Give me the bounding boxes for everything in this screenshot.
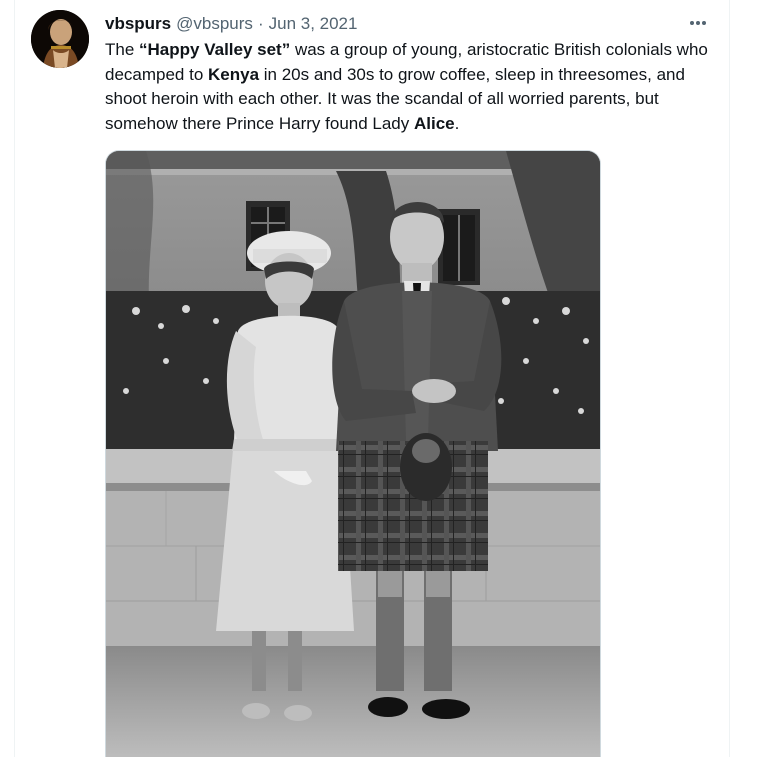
tweet-text-bold-happy-valley: “Happy Valley set” bbox=[139, 40, 291, 59]
tweet-photo[interactable] bbox=[105, 150, 601, 757]
separator-dot: · bbox=[257, 14, 264, 33]
display-name[interactable]: vbspurs bbox=[105, 13, 171, 35]
tweet-text-part: . bbox=[454, 113, 460, 133]
tweet-date[interactable]: Jun 3, 2021 bbox=[269, 13, 358, 35]
more-options-icon[interactable] bbox=[687, 12, 709, 34]
photo-image bbox=[106, 151, 600, 757]
tweet-header: vbspurs @vbspurs · Jun 3, 2021 bbox=[105, 13, 357, 35]
user-handle[interactable]: @vbspurs bbox=[176, 13, 253, 35]
avatar[interactable] bbox=[31, 10, 89, 68]
tweet-text-part: The bbox=[105, 40, 140, 59]
tweet-text-bold-alice: Alice bbox=[414, 113, 455, 133]
tweet-text: The “Happy Valley set” was a group of yo… bbox=[105, 38, 715, 136]
tweet-text-bold-kenya: Kenya bbox=[208, 64, 260, 84]
tweet-card[interactable]: vbspurs @vbspurs · Jun 3, 2021 The “Happ… bbox=[14, 0, 730, 757]
avatar-portrait-image bbox=[31, 10, 89, 68]
